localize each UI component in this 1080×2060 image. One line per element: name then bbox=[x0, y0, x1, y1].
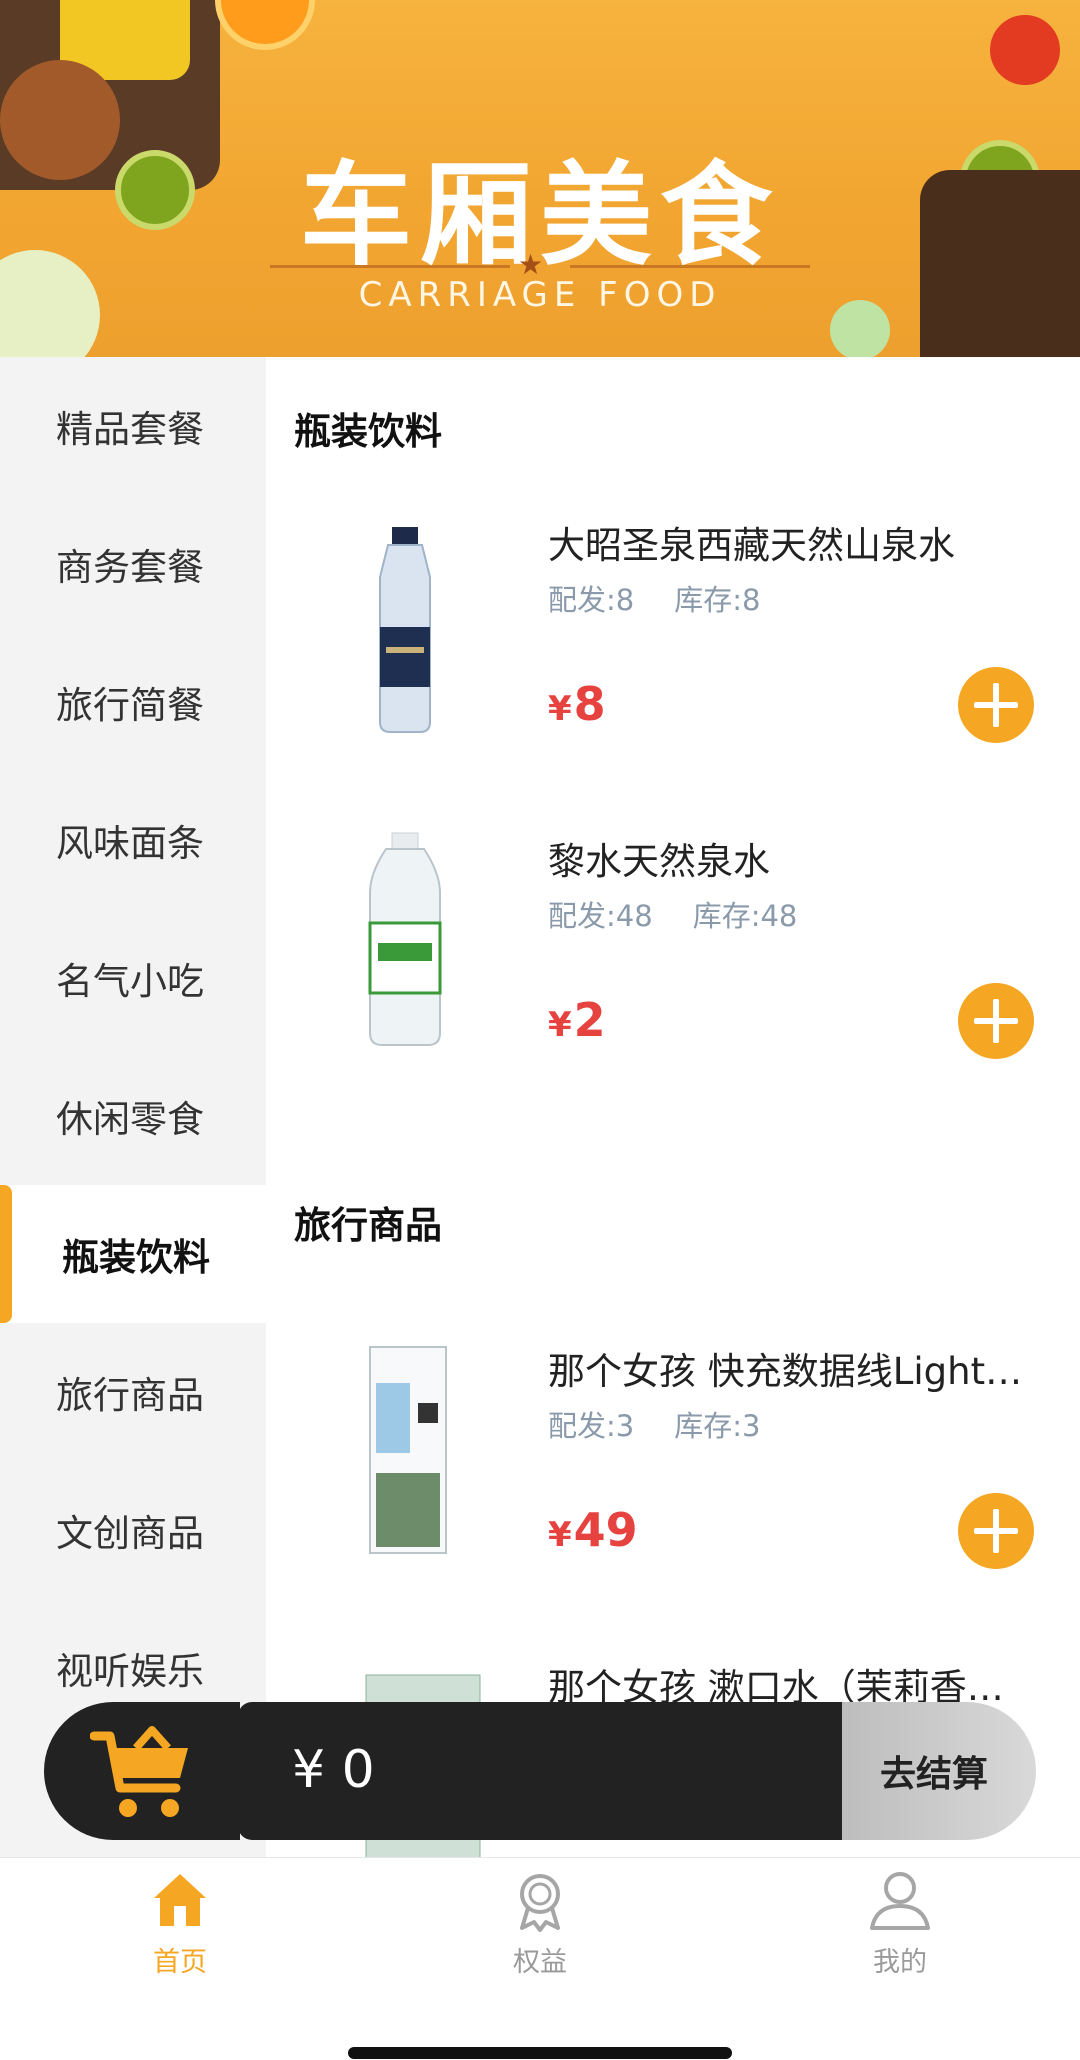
sidebar-item-business-meal[interactable]: 商务套餐 bbox=[0, 495, 266, 633]
product-stock: 库存:8 bbox=[674, 583, 761, 617]
sidebar-item-label: 旅行商品 bbox=[56, 1374, 204, 1417]
sidebar-item-label: 风味面条 bbox=[56, 822, 204, 865]
user-icon bbox=[870, 1872, 930, 1930]
sidebar-item-casual-snacks[interactable]: 休闲零食 bbox=[0, 1047, 266, 1185]
sidebar-item-label: 休闲零食 bbox=[56, 1098, 204, 1141]
sidebar-item-creative-goods[interactable]: 文创商品 bbox=[0, 1461, 266, 1599]
product-meta: 配发:3 库存:3 bbox=[548, 1403, 760, 1445]
sidebar-item-light-meal[interactable]: 旅行简餐 bbox=[0, 633, 266, 771]
product-name: 大昭圣泉西藏天然山泉水 bbox=[548, 524, 955, 567]
price-value: 49 bbox=[573, 1503, 638, 1557]
add-to-cart-button[interactable] bbox=[958, 983, 1034, 1059]
sidebar-item-noodles[interactable]: 风味面条 bbox=[0, 771, 266, 909]
tab-home[interactable]: 首页 bbox=[80, 1868, 280, 1979]
category-sidebar: 精品套餐 商务套餐 旅行简餐 风味面条 名气小吃 休闲零食 瓶装饮料 旅行商品 … bbox=[0, 357, 266, 1857]
sidebar-item-label: 名气小吃 bbox=[56, 960, 204, 1003]
add-to-cart-button[interactable] bbox=[958, 1493, 1034, 1569]
tab-mine[interactable]: 我的 bbox=[800, 1868, 1000, 1979]
sidebar-item-bottled-drinks[interactable]: 瓶装饮料 bbox=[0, 1185, 266, 1323]
banner-rule-left bbox=[270, 265, 510, 268]
product-name: 那个女孩 快充数据线Light… bbox=[548, 1350, 1023, 1393]
carriage-food-banner: 车厢美食 ★ CARRIAGE FOOD bbox=[0, 0, 1080, 357]
tab-label: 我的 bbox=[873, 1947, 927, 1978]
bottom-tab-bar: 首页 权益 我的 bbox=[0, 1857, 1080, 2060]
orange-decoration bbox=[215, 0, 315, 50]
cart-amount: ¥ 0 bbox=[292, 1740, 375, 1800]
cart-total: ¥ 0 bbox=[238, 1702, 886, 1840]
sidebar-item-label: 文创商品 bbox=[56, 1512, 204, 1555]
product-stock: 库存:3 bbox=[674, 1409, 761, 1443]
product-distribution: 配发:3 bbox=[548, 1409, 635, 1443]
product-card[interactable]: 黎水天然泉水 配发:48 库存:48 ¥2 bbox=[266, 813, 1080, 1075]
price-value: 2 bbox=[573, 993, 606, 1047]
product-card[interactable]: 大昭圣泉西藏天然山泉水 配发:8 库存:8 ¥8 bbox=[266, 497, 1080, 759]
water-bottle-image bbox=[290, 497, 520, 747]
sidebar-item-snacks[interactable]: 名气小吃 bbox=[0, 909, 266, 1047]
currency-symbol: ¥ bbox=[548, 1515, 572, 1555]
product-meta: 配发:48 库存:48 bbox=[548, 893, 797, 935]
tomato-decoration bbox=[990, 15, 1060, 85]
sidebar-item-travel-goods[interactable]: 旅行商品 bbox=[0, 1323, 266, 1461]
banner-subtitle: CARRIAGE FOOD bbox=[358, 275, 722, 315]
price-value: 8 bbox=[573, 677, 606, 731]
sidebar-item-label: 视听娱乐 bbox=[56, 1650, 204, 1693]
section-title: 瓶装饮料 bbox=[294, 410, 442, 453]
water-bottle-image bbox=[290, 813, 520, 1063]
product-price: ¥49 bbox=[548, 1503, 638, 1557]
product-list: 瓶装饮料 大昭圣泉西藏天然山泉水 配发:8 库存:8 ¥8 黎水天然泉水 配发:… bbox=[266, 357, 1080, 1889]
banner-rule-right bbox=[570, 265, 810, 268]
product-name: 黎水天然泉水 bbox=[548, 840, 770, 883]
cart-button[interactable] bbox=[44, 1702, 240, 1840]
currency-symbol: ¥ bbox=[548, 689, 572, 729]
product-price: ¥8 bbox=[548, 677, 606, 731]
cart-bar: ¥ 0 去结算 bbox=[44, 1702, 1036, 1840]
product-distribution: 配发:8 bbox=[548, 583, 635, 617]
sidebar-item-label: 旅行简餐 bbox=[56, 684, 204, 727]
home-icon bbox=[154, 1874, 206, 1926]
sidebar-item-label: 精品套餐 bbox=[56, 408, 204, 451]
app-screen: 车厢美食 ★ CARRIAGE FOOD 精品套餐 商务套餐 旅行简餐 风味面条… bbox=[0, 0, 1080, 2060]
badge-icon bbox=[520, 1874, 560, 1932]
product-card[interactable]: 那个女孩 快充数据线Light… 配发:3 库存:3 ¥49 bbox=[266, 1323, 1080, 1585]
product-distribution: 配发:48 bbox=[548, 899, 653, 933]
tab-benefits[interactable]: 权益 bbox=[440, 1868, 640, 1979]
product-price: ¥2 bbox=[548, 993, 606, 1047]
product-stock: 库存:48 bbox=[692, 899, 798, 933]
checkout-button[interactable]: 去结算 bbox=[842, 1702, 1036, 1840]
data-cable-package-image bbox=[290, 1323, 520, 1573]
currency-symbol: ¥ bbox=[548, 1005, 572, 1045]
tab-label: 首页 bbox=[153, 1947, 207, 1978]
shopping-cart-icon bbox=[90, 1726, 188, 1817]
sidebar-item-label: 瓶装饮料 bbox=[62, 1236, 210, 1279]
tab-label: 权益 bbox=[513, 1947, 567, 1978]
section-title: 旅行商品 bbox=[294, 1204, 442, 1247]
sidebar-item-label: 商务套餐 bbox=[56, 546, 204, 589]
product-meta: 配发:8 库存:8 bbox=[548, 577, 760, 619]
add-to-cart-button[interactable] bbox=[958, 667, 1034, 743]
home-indicator bbox=[348, 2047, 732, 2059]
sidebar-item-premium-meal[interactable]: 精品套餐 bbox=[0, 357, 266, 495]
